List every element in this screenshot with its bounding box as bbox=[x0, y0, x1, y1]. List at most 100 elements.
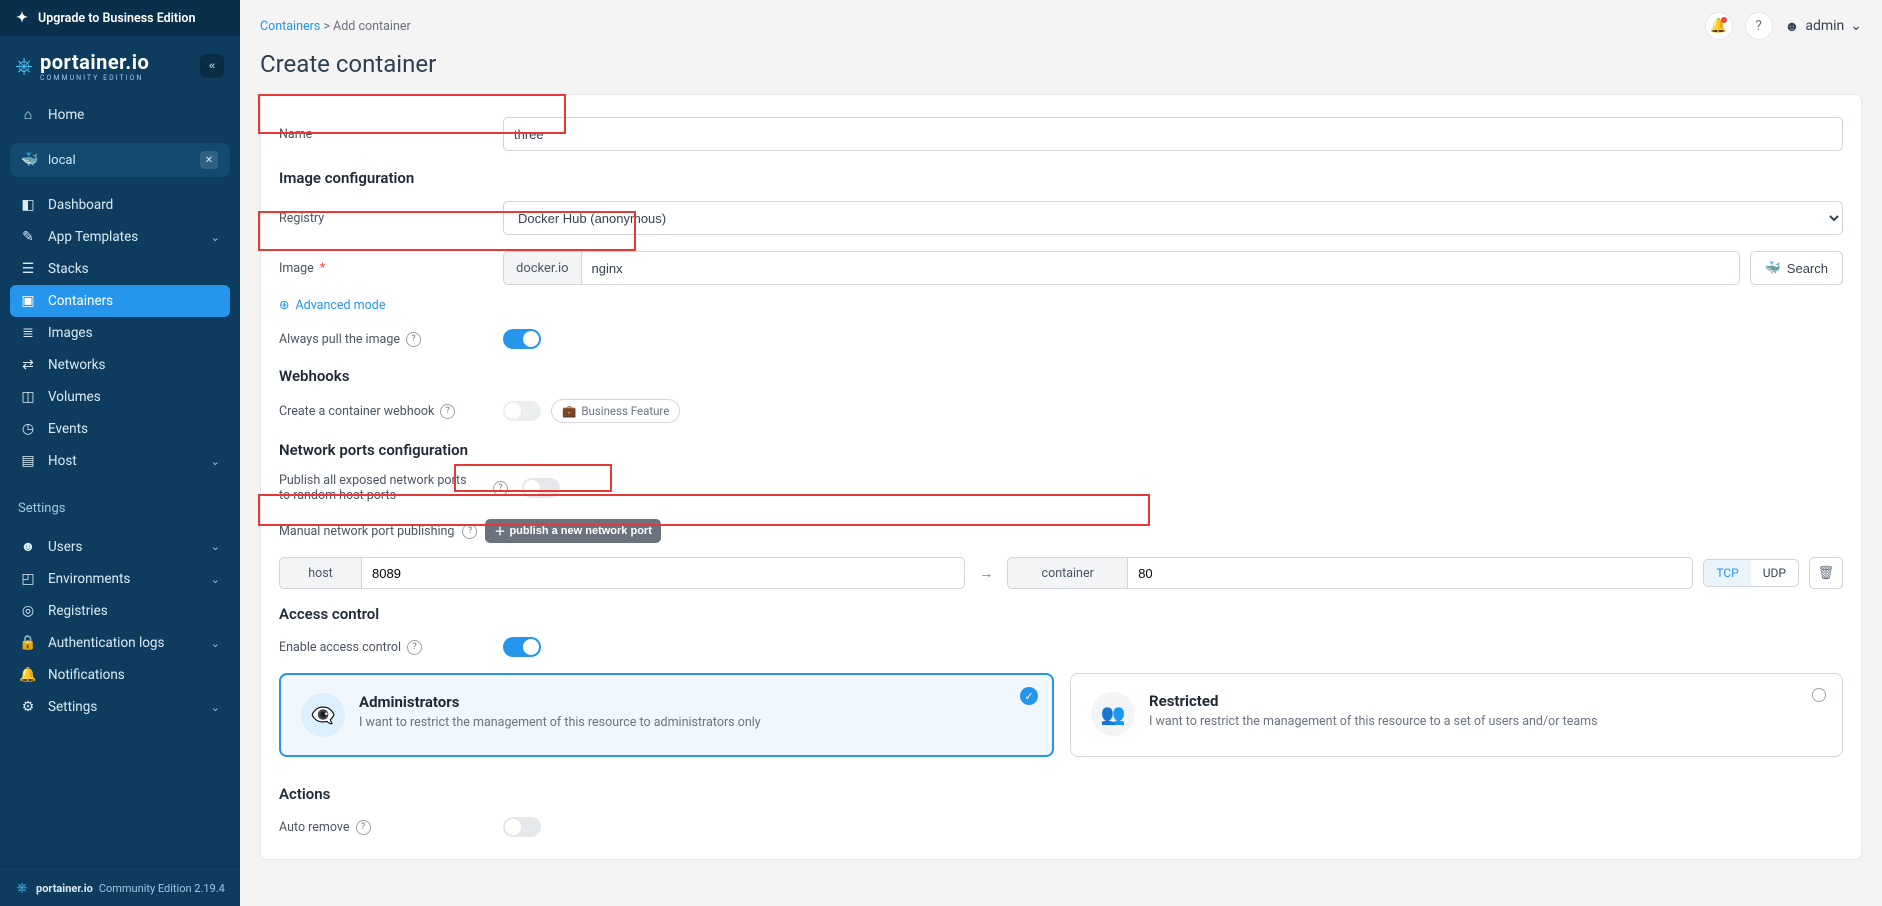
image-prefix: docker.io bbox=[503, 251, 581, 285]
actions-heading: Actions bbox=[279, 775, 1843, 809]
name-input[interactable] bbox=[503, 117, 1843, 151]
help-button[interactable]: ? bbox=[1745, 12, 1773, 40]
nav-label: Events bbox=[48, 421, 88, 437]
nav-label: Authentication logs bbox=[48, 635, 164, 651]
collapse-sidebar-button[interactable]: « bbox=[200, 54, 224, 78]
user-icon: ☻ bbox=[1785, 18, 1800, 35]
registry-label: Registry bbox=[279, 211, 489, 226]
logo-subtext: COMMUNITY EDITION bbox=[40, 74, 149, 82]
nav-events[interactable]: ◷ Events bbox=[10, 413, 230, 445]
nav-registries[interactable]: ◎Registries bbox=[10, 595, 230, 627]
help-icon[interactable]: ? bbox=[493, 481, 508, 496]
breadcrumbs: Containers > Add container bbox=[260, 19, 411, 34]
nav-label: Users bbox=[48, 539, 82, 555]
drive-icon: ◰ bbox=[20, 571, 36, 587]
nav-home[interactable]: ⌂ Home bbox=[10, 98, 230, 131]
nav-label: Home bbox=[48, 107, 84, 123]
radio-unchecked-icon bbox=[1812, 688, 1826, 702]
nav-notifications[interactable]: 🔔Notifications bbox=[10, 659, 230, 691]
publish-all-toggle[interactable] bbox=[522, 478, 560, 498]
nav-app-templates[interactable]: ✎ App Templates ⌄ bbox=[10, 221, 230, 253]
question-icon: ? bbox=[1755, 18, 1762, 34]
chevron-down-icon: ⌄ bbox=[211, 637, 220, 650]
ac-title: Restricted bbox=[1149, 692, 1598, 710]
help-icon[interactable]: ? bbox=[407, 640, 422, 655]
edit-icon: ✎ bbox=[20, 229, 36, 245]
server-icon: ▤ bbox=[20, 453, 36, 469]
registry-select[interactable]: Docker Hub (anonymous) bbox=[503, 201, 1843, 235]
search-button[interactable]: 🐳Search bbox=[1750, 251, 1843, 285]
whale-icon: 🐳 bbox=[22, 152, 38, 168]
auto-remove-toggle[interactable] bbox=[503, 817, 541, 837]
form-card: Name Image configuration Registry Docker… bbox=[260, 94, 1862, 860]
chevron-down-icon: ⌄ bbox=[211, 455, 220, 468]
name-label: Name bbox=[279, 127, 489, 142]
proto-udp[interactable]: UDP bbox=[1751, 560, 1798, 586]
lock-icon: 🔒 bbox=[20, 635, 36, 651]
breadcrumb-sep: > bbox=[323, 19, 330, 34]
nav-volumes[interactable]: ◫Volumes bbox=[10, 381, 230, 413]
help-icon[interactable]: ? bbox=[440, 404, 455, 419]
upgrade-banner[interactable]: ✦ Upgrade to Business Edition bbox=[0, 0, 240, 36]
nav-label: App Templates bbox=[48, 229, 138, 245]
env-pill-local[interactable]: 🐳 local ✕ bbox=[10, 143, 230, 177]
business-feature-badge[interactable]: 💼Business Feature bbox=[551, 399, 680, 423]
nav-images[interactable]: ≣Images bbox=[10, 317, 230, 349]
chevron-down-icon: ⌄ bbox=[211, 701, 220, 714]
manual-publish-label: Manual network port publishing bbox=[279, 524, 454, 539]
nav-auth-logs[interactable]: 🔒 Authentication logs ⌄ bbox=[10, 627, 230, 659]
whale-icon: 🐳 bbox=[1765, 260, 1781, 276]
image-input[interactable] bbox=[581, 251, 1740, 285]
chevron-down-icon: ⌄ bbox=[211, 231, 220, 244]
home-icon: ⌂ bbox=[20, 106, 36, 123]
container-port-input[interactable] bbox=[1127, 557, 1693, 589]
user-menu[interactable]: ☻ admin ⌄ bbox=[1785, 18, 1862, 35]
host-port-label: host bbox=[279, 557, 361, 589]
container-port-label: container bbox=[1007, 557, 1127, 589]
nav-dashboard[interactable]: ◧Dashboard bbox=[10, 189, 230, 221]
network-ports-heading: Network ports configuration bbox=[279, 431, 1843, 465]
nav-label: Settings bbox=[48, 699, 97, 715]
ac-card-restricted[interactable]: 👥 Restricted I want to restrict the mana… bbox=[1070, 673, 1843, 757]
host-port-input[interactable] bbox=[361, 557, 965, 589]
sidebar: ✦ Upgrade to Business Edition ⎈ portaine… bbox=[0, 0, 240, 906]
page-title: Create container bbox=[240, 44, 1882, 94]
nav-stacks[interactable]: ☰Stacks bbox=[10, 253, 230, 285]
nav-containers[interactable]: ▣Containers bbox=[10, 285, 230, 317]
gear-icon: ⚙ bbox=[20, 699, 36, 715]
enable-ac-label: Enable access control bbox=[279, 640, 401, 655]
ac-title: Administrators bbox=[359, 693, 761, 711]
auto-remove-label: Auto remove bbox=[279, 820, 350, 835]
delete-port-button[interactable]: 🗑 bbox=[1809, 557, 1843, 589]
help-icon[interactable]: ? bbox=[356, 820, 371, 835]
nav-users[interactable]: ☻Users⌄ bbox=[10, 530, 230, 563]
ac-desc: I want to restrict the management of thi… bbox=[359, 715, 761, 730]
logo-text: portainer.io bbox=[40, 50, 149, 74]
logo[interactable]: ⎈ portainer.io COMMUNITY EDITION bbox=[16, 50, 149, 82]
clock-icon: ◷ bbox=[20, 421, 36, 437]
proto-tcp[interactable]: TCP bbox=[1704, 560, 1750, 586]
always-pull-toggle[interactable] bbox=[503, 329, 541, 349]
nav-environments[interactable]: ◰Environments⌄ bbox=[10, 563, 230, 595]
briefcase-icon: 💼 bbox=[562, 404, 576, 418]
nav-settings[interactable]: ⚙ Settings ⌄ bbox=[10, 691, 230, 723]
nav-host[interactable]: ▤Host⌄ bbox=[10, 445, 230, 477]
publish-port-button[interactable]: ＋publish a new network port bbox=[485, 519, 660, 543]
ac-card-administrators[interactable]: 👁‍🗨 Administrators I want to restrict th… bbox=[279, 673, 1054, 757]
close-env-button[interactable]: ✕ bbox=[200, 151, 218, 169]
check-icon: ✓ bbox=[1020, 687, 1038, 705]
breadcrumb-containers[interactable]: Containers bbox=[260, 19, 320, 34]
advanced-mode-link[interactable]: ⊕Advanced mode bbox=[279, 293, 385, 321]
webhook-label: Create a container webhook bbox=[279, 404, 434, 419]
enable-ac-toggle[interactable] bbox=[503, 637, 541, 657]
footer-text: Community Edition 2.19.4 bbox=[99, 882, 225, 895]
webhooks-heading: Webhooks bbox=[279, 357, 1843, 391]
help-icon[interactable]: ? bbox=[406, 332, 421, 347]
nav-label: Containers bbox=[48, 293, 113, 309]
nav-networks[interactable]: ⇄Networks bbox=[10, 349, 230, 381]
share-icon: ⇄ bbox=[20, 357, 36, 373]
arrow-icon: → bbox=[975, 565, 997, 582]
notifications-button[interactable]: 🔔 bbox=[1705, 12, 1733, 40]
protocol-group: TCP UDP bbox=[1703, 559, 1799, 587]
help-icon[interactable]: ? bbox=[462, 524, 477, 539]
